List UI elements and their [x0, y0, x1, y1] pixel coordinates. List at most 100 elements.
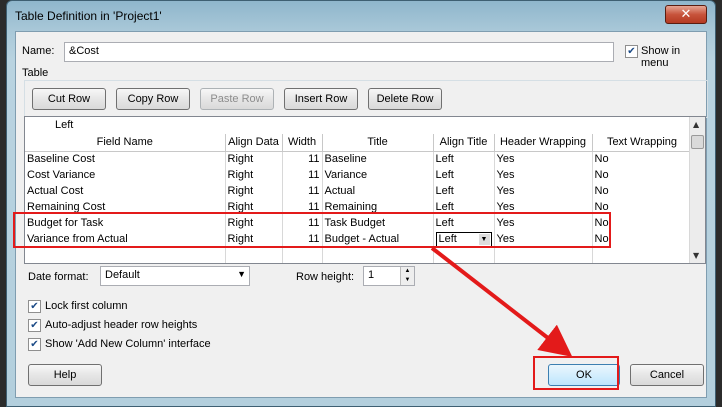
copy-row-button[interactable]: Copy Row [116, 88, 190, 110]
show-add-new-column-checkbox[interactable]: ✔ [28, 338, 41, 351]
cell-field-name[interactable]: Budget for Task [25, 215, 226, 231]
auto-adjust-checkbox[interactable]: ✔ [28, 319, 41, 332]
table-row[interactable]: Variance from Actual Right 11 Budget - A… [25, 231, 693, 247]
cell-title[interactable]: Actual [322, 183, 434, 199]
cell-title[interactable]: Remaining [322, 199, 434, 215]
align-title-dropdown-value: Left [438, 232, 457, 245]
cell-width[interactable]: 11 [282, 231, 323, 247]
cell-text-wrapping[interactable]: No [592, 167, 693, 183]
fields-table: Field Name Align Data Width Title Align … [25, 134, 693, 263]
cell-align-data[interactable]: Right [225, 151, 283, 167]
cell-title[interactable]: Budget - Actual [322, 231, 434, 247]
close-button[interactable]: ✕ [665, 5, 707, 24]
ok-button[interactable]: OK [548, 364, 620, 386]
cell-width[interactable]: 11 [282, 199, 323, 215]
table-row[interactable]: Cost Variance Right 11 Variance Left Yes… [25, 167, 693, 183]
table-header-row: Field Name Align Data Width Title Align … [25, 134, 693, 152]
cell-field-name[interactable]: Variance from Actual [25, 231, 226, 247]
cell-width[interactable]: 11 [282, 183, 323, 199]
cell-text-wrapping[interactable]: No [592, 151, 693, 167]
help-button[interactable]: Help [28, 364, 102, 386]
table-row[interactable]: Baseline Cost Right 11 Baseline Left Yes… [25, 151, 693, 167]
cell-width[interactable]: 11 [282, 215, 323, 231]
date-format-value: Default [105, 269, 140, 281]
col-header-field-name[interactable]: Field Name [25, 134, 226, 152]
cell-header-wrapping[interactable]: Yes [494, 231, 593, 247]
lock-first-column-checkbox[interactable]: ✔ [28, 300, 41, 313]
row-height-value: 1 [368, 269, 375, 281]
cell-align-data[interactable]: Right [225, 167, 283, 183]
show-in-menu-checkbox[interactable]: ✔ [625, 45, 638, 58]
col-header-align-data[interactable]: Align Data [225, 134, 283, 152]
cell-header-wrapping[interactable]: Yes [494, 215, 593, 231]
col-header-text-wrapping[interactable]: Text Wrapping [592, 134, 693, 152]
col-header-header-wrapping[interactable]: Header Wrapping [494, 134, 593, 152]
delete-row-button[interactable]: Delete Row [368, 88, 442, 110]
table-fields-grid[interactable]: Left Field Name Align Data Width Title A… [24, 116, 706, 264]
lock-first-column-label: Lock first column [45, 300, 128, 312]
date-format-select[interactable]: Default ▼ [100, 266, 250, 286]
cell-align-title[interactable]: Left [433, 199, 495, 215]
scrollbar-thumb[interactable] [691, 135, 704, 149]
spin-down-icon[interactable]: ▼ [400, 276, 414, 285]
show-in-menu-label: Show in menu [641, 45, 681, 69]
cell-text-wrapping[interactable]: No [592, 215, 693, 231]
cell-title[interactable]: Variance [322, 167, 434, 183]
dialog-body: Name: &Cost ✔ Show in menu Table Cut Row… [15, 31, 708, 398]
paste-row-button[interactable]: Paste Row [200, 88, 274, 110]
cell-header-wrapping[interactable]: Yes [494, 199, 593, 215]
table-row[interactable]: Budget for Task Right 11 Task Budget Lef… [25, 215, 693, 231]
auto-adjust-label: Auto-adjust header row heights [45, 319, 198, 331]
name-input[interactable]: &Cost [64, 42, 614, 62]
cell-align-data[interactable]: Right [225, 199, 283, 215]
cell-align-title[interactable]: Left [433, 167, 495, 183]
cell-header-wrapping[interactable]: Yes [494, 151, 593, 167]
cell-align-title[interactable]: Left [433, 215, 495, 231]
grid-edit-bar[interactable]: Left [25, 117, 689, 135]
date-format-label: Date format: [28, 271, 89, 283]
chevron-down-icon[interactable]: ▼ [478, 233, 490, 245]
scroll-up-icon[interactable]: ▲ [693, 120, 699, 129]
cell-width[interactable]: 11 [282, 167, 323, 183]
col-header-align-title[interactable]: Align Title [433, 134, 495, 152]
cell-title[interactable]: Baseline [322, 151, 434, 167]
cell-align-data[interactable]: Right [225, 231, 283, 247]
cell-text-wrapping[interactable]: No [592, 199, 693, 215]
table-row[interactable]: Actual Cost Right 11 Actual Left Yes No [25, 183, 693, 199]
table-row[interactable]: Remaining Cost Right 11 Remaining Left Y… [25, 199, 693, 215]
title-bar[interactable]: Table Definition in 'Project1' ✕ [7, 1, 715, 31]
col-header-title[interactable]: Title [322, 134, 434, 152]
table-definition-dialog: Table Definition in 'Project1' ✕ Name: &… [6, 0, 716, 407]
scroll-down-icon[interactable]: ▼ [693, 251, 699, 260]
cell-field-name[interactable]: Cost Variance [25, 167, 226, 183]
cell-field-name[interactable]: Remaining Cost [25, 199, 226, 215]
cell-title[interactable]: Task Budget [322, 215, 434, 231]
cell-text-wrapping[interactable]: No [592, 231, 693, 247]
row-height-stepper[interactable]: 1 ▲ ▼ [363, 266, 415, 286]
cell-width[interactable]: 11 [282, 151, 323, 167]
close-icon: ✕ [680, 7, 692, 22]
insert-row-button[interactable]: Insert Row [284, 88, 358, 110]
cell-align-data[interactable]: Right [225, 215, 283, 231]
cell-align-data[interactable]: Right [225, 183, 283, 199]
cell-header-wrapping[interactable]: Yes [494, 183, 593, 199]
align-title-dropdown[interactable]: Left ▼ [435, 231, 492, 247]
cell-header-wrapping[interactable]: Yes [494, 167, 593, 183]
cell-align-title[interactable]: Left [433, 151, 495, 167]
cell-field-name[interactable]: Baseline Cost [25, 151, 226, 167]
cell-align-title[interactable]: Left [433, 183, 495, 199]
grid-edit-value: Left [55, 119, 74, 131]
name-label: Name: [22, 45, 55, 57]
grid-vertical-scrollbar[interactable]: ▲ ▼ [689, 117, 705, 263]
col-header-width[interactable]: Width [282, 134, 323, 152]
cell-text-wrapping[interactable]: No [592, 183, 693, 199]
cell-align-title-active[interactable]: Left ▼ [433, 231, 495, 247]
chevron-down-icon[interactable]: ▼ [237, 269, 246, 279]
cancel-button[interactable]: Cancel [630, 364, 704, 386]
cut-row-button[interactable]: Cut Row [32, 88, 106, 110]
cell-field-name[interactable]: Actual Cost [25, 183, 226, 199]
spin-up-icon[interactable]: ▲ [400, 267, 414, 276]
table-row-empty[interactable] [25, 247, 693, 263]
show-add-new-column-label: Show 'Add New Column' interface [45, 338, 211, 350]
table-group-label: Table [22, 67, 49, 79]
